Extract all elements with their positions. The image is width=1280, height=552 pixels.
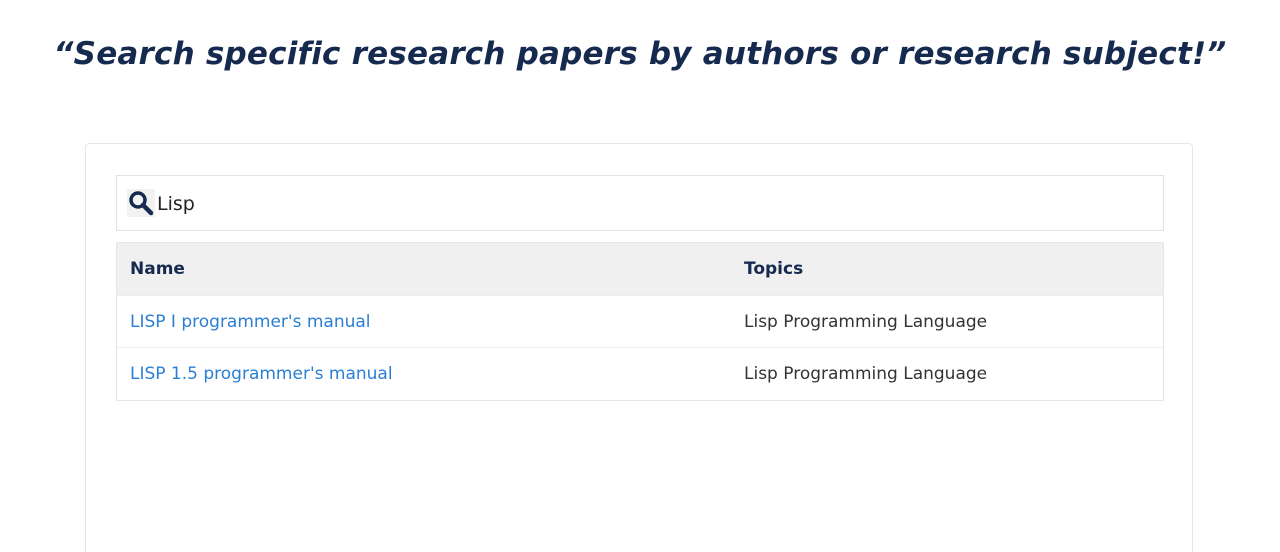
paper-link[interactable]: LISP I programmer's manual xyxy=(130,312,371,332)
search-card: Name Topics LISP I programmer's manual L… xyxy=(85,143,1193,552)
column-header-name[interactable]: Name xyxy=(117,259,744,279)
column-header-topics[interactable]: Topics xyxy=(744,259,1163,279)
table-row: LISP 1.5 programmer's manual Lisp Progra… xyxy=(117,348,1163,400)
topic-cell: Lisp Programming Language xyxy=(744,364,988,384)
search-box[interactable] xyxy=(116,175,1164,231)
search-icon[interactable] xyxy=(127,189,155,217)
name-cell: LISP I programmer's manual xyxy=(117,312,744,332)
name-cell: LISP 1.5 programmer's manual xyxy=(117,364,744,384)
topic-cell: Lisp Programming Language xyxy=(744,311,988,332)
page: “Search specific research papers by auth… xyxy=(0,0,1280,552)
page-headline: “Search specific research papers by auth… xyxy=(53,36,1227,72)
table-header-row: Name Topics xyxy=(117,243,1163,296)
paper-link[interactable]: LISP 1.5 programmer's manual xyxy=(130,364,393,384)
search-input[interactable] xyxy=(155,193,1137,215)
results-table: Name Topics LISP I programmer's manual L… xyxy=(116,242,1164,401)
table-row: LISP I programmer's manual Lisp Programm… xyxy=(117,296,1163,348)
